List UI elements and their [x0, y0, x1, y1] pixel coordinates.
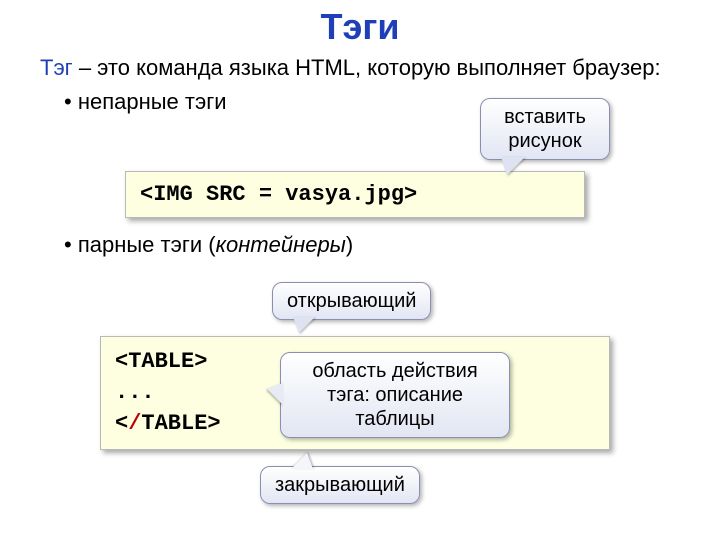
close-pre: <	[115, 411, 128, 436]
callout-tail	[293, 317, 315, 333]
code-box-img: <IMG SRC = vasya.jpg>	[125, 171, 585, 218]
paired-italic: контейнеры	[216, 232, 346, 257]
callout-scope-l3: таблицы	[355, 408, 434, 430]
page-title: Тэги	[0, 6, 720, 48]
callout-tail	[291, 453, 313, 469]
callout-tail	[267, 383, 283, 405]
definition-rest: – это команда языка HTML, которую выполн…	[73, 55, 661, 80]
callout-insert-l1: вставить	[504, 106, 586, 128]
term: Тэг	[40, 55, 73, 80]
paired-suffix: )	[346, 232, 353, 257]
bullet-paired-wrapper: парные тэги (контейнеры)	[40, 232, 353, 258]
definition-line: Тэг – это команда языка HTML, которую вы…	[40, 54, 690, 83]
callout-opening-tag: открывающий	[272, 282, 431, 320]
close-slash: /	[128, 411, 141, 436]
callout-insert-image: вставить рисунок	[480, 98, 610, 160]
bullet-paired: парные тэги (контейнеры)	[64, 232, 353, 257]
callout-scope: область действия тэга: описание таблицы	[280, 352, 510, 438]
paired-prefix: парные тэги (	[78, 232, 216, 257]
close-post: TABLE>	[141, 411, 220, 436]
callout-close-text: закрывающий	[275, 474, 405, 496]
callout-scope-l2: тэга: описание	[327, 384, 463, 406]
callout-tail	[501, 157, 525, 175]
callout-open-text: открывающий	[287, 290, 416, 312]
callout-insert-l2: рисунок	[508, 130, 581, 152]
callout-closing-tag: закрывающий	[260, 466, 420, 504]
body: Тэг – это команда языка HTML, которую вы…	[0, 54, 720, 115]
callout-scope-l1: область действия	[312, 360, 477, 382]
